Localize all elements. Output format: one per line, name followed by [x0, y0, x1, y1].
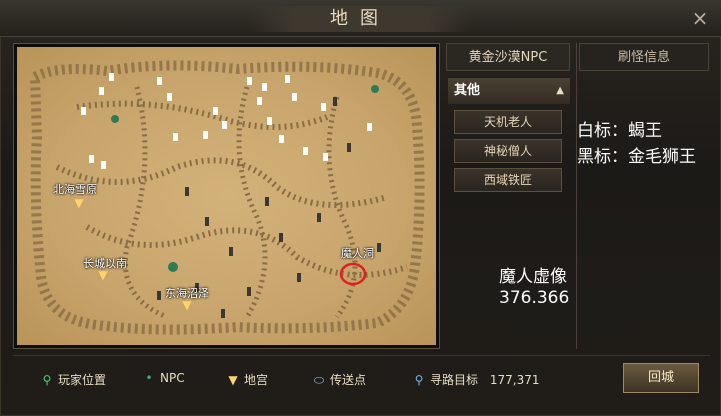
npc-section-label: 其他 [454, 83, 481, 98]
legend-player-label: 玩家位置 [58, 373, 107, 387]
npc-item[interactable]: 天机老人 [454, 110, 562, 134]
boss-name-note: 魔人虚像 [499, 267, 567, 287]
boss-coords-note: 376.366 [499, 288, 570, 308]
close-icon[interactable]: × [689, 7, 711, 29]
map-label-north-sea: 北海雪原 [53, 183, 97, 196]
dungeon-icon[interactable]: ▼ [181, 299, 193, 311]
white-marker-note: 白标：蝎王 [577, 121, 662, 141]
player-pin-icon: ⚲ [42, 373, 52, 387]
tab-npc[interactable]: 黄金沙漠NPC [446, 43, 570, 71]
npc-item[interactable]: 西域铁匠 [454, 168, 562, 192]
legend-target: ⚲ 寻路目标 177,371 [412, 371, 540, 388]
legend-dungeon-label: 地宫 [244, 373, 269, 387]
map-label-demon-cave: 魔人洞 [341, 247, 374, 260]
legend-npc: • NPC [142, 371, 185, 385]
window-title: 地图 [250, 6, 470, 32]
map-panel: 北海雪原 ▼ 长城以南 ▼ 东海沼泽 ▼ 魔人洞 [13, 43, 440, 349]
legend-target-label: 寻路目标 [430, 373, 479, 387]
legend-npc-label: NPC [160, 371, 185, 385]
legend-player: ⚲ 玩家位置 [40, 371, 106, 388]
dungeon-icon[interactable]: ▼ [73, 197, 85, 209]
teleport-icon: ⬭ [313, 373, 325, 387]
chevron-up-icon: ▲ [556, 85, 564, 96]
npc-section-header[interactable]: 其他 ▲ [448, 78, 570, 104]
npc-item[interactable]: 神秘僧人 [454, 139, 562, 163]
legend-teleport-label: 传送点 [330, 373, 367, 387]
legend-dungeon: ▼ 地宫 [226, 371, 268, 388]
dungeon-icon[interactable]: ▼ [97, 269, 109, 281]
target-coords: 177,371 [489, 373, 540, 387]
panel-divider [576, 43, 577, 349]
black-marker-note: 黑标：金毛狮王 [577, 147, 696, 167]
legend-teleport: ⬭ 传送点 [312, 371, 366, 388]
tab-spawn-info[interactable]: 刷怪信息 [579, 43, 709, 71]
dungeon-icon: ▼ [228, 373, 238, 387]
location-pin-icon: ⚲ [414, 373, 424, 387]
return-city-button[interactable]: 回城 [623, 363, 699, 393]
world-map[interactable]: 北海雪原 ▼ 长城以南 ▼ 东海沼泽 ▼ 魔人洞 [17, 47, 436, 345]
npc-dot-icon: • [145, 371, 153, 385]
title-bar: 地图 × [0, 0, 721, 37]
